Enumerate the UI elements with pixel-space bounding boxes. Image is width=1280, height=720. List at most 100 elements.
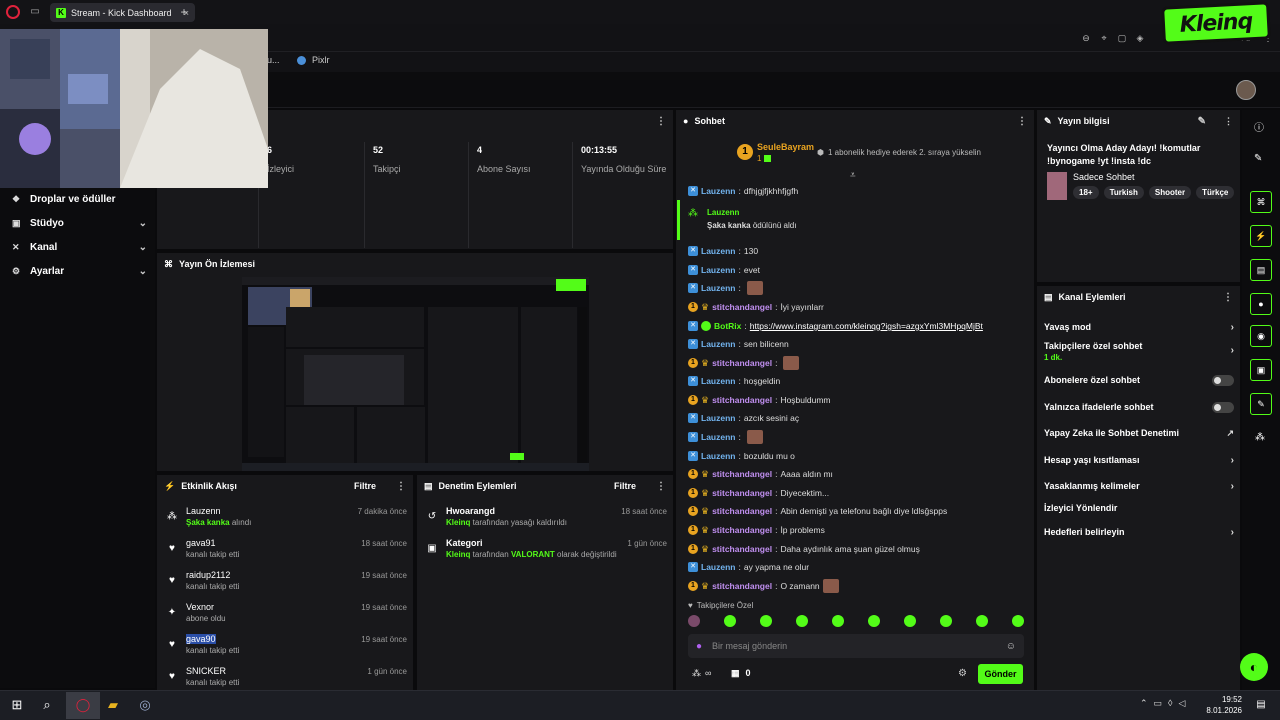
emote-icon[interactable]	[724, 615, 736, 627]
chat-username[interactable]: stitchandangel	[712, 469, 772, 479]
chat-text[interactable]: https://www.instagram.com/kleinqg?igsh=a…	[750, 321, 983, 331]
chat-username[interactable]: Lauzenn	[701, 186, 735, 196]
goals-row[interactable]: Hedefleri belirleyin ›	[1044, 523, 1234, 541]
activity-item[interactable]: ✦ Vexnor abone oldu 19 saat önce	[164, 601, 407, 631]
chat-username[interactable]: Lauzenn	[701, 339, 735, 349]
chat-message[interactable]: 1 ♛ stitchandangel: Abin demişti ya telefon…	[688, 503, 947, 519]
emote-icon[interactable]	[688, 615, 700, 627]
search-icon[interactable]: ⌕	[38, 696, 56, 714]
app-icon[interactable]: ▰	[104, 696, 122, 714]
sidebar-item-settings[interactable]: ⚙ Ayarlar ⌄	[12, 262, 147, 280]
lightning-icon[interactable]: ⚡	[1250, 225, 1272, 247]
chat-settings-icon[interactable]: ⚙	[958, 668, 967, 679]
emote-icon[interactable]	[868, 615, 880, 627]
more-options-icon[interactable]: ⋮	[1017, 116, 1027, 127]
edit-icon[interactable]: ✎	[1198, 116, 1206, 127]
chat-username[interactable]: Lauzenn	[701, 265, 735, 275]
tag[interactable]: Türkçe	[1196, 186, 1235, 199]
tray-icons[interactable]: ⌃▭◊◁	[1140, 698, 1191, 709]
send-button[interactable]: Gönder	[978, 664, 1023, 684]
broadcast-icon[interactable]: ◉	[1250, 325, 1272, 347]
drops-icon[interactable]: ⁂	[1255, 432, 1265, 443]
tag[interactable]: 18+	[1073, 186, 1099, 199]
microphone-icon[interactable]: ●	[696, 641, 702, 652]
chat-message[interactable]: ✕ Lauzenn:130	[688, 243, 758, 259]
moderation-item[interactable]: ↺ Hwoarangd Kleinq tarafından yasağı kaldı…	[424, 505, 667, 535]
chat-message[interactable]: ✕ Lauzenn: evet	[688, 262, 760, 278]
edit-icon[interactable]: ✎	[1254, 153, 1262, 164]
chat-username[interactable]: stitchandangel	[712, 581, 772, 591]
points-balance[interactable]: ▦ 0	[731, 668, 751, 679]
chat-message[interactable]: 1 ♛ stitchandangel: İp problems	[688, 522, 825, 538]
emotes-only-toggle[interactable]	[1212, 401, 1234, 413]
tag[interactable]: Turkish	[1103, 186, 1144, 199]
chat-icon[interactable]: ●	[1250, 293, 1272, 315]
preview-toggle-icon[interactable]: ⌘	[1250, 191, 1272, 213]
activity-item[interactable]: ♥ raidup2112 kanalı takip etti 19 saat önce	[164, 569, 407, 599]
more-options-icon[interactable]: ⋮	[1224, 116, 1233, 127]
chat-username[interactable]: stitchandangel	[712, 525, 772, 535]
tag[interactable]: Shooter	[1148, 186, 1192, 199]
wrench-icon[interactable]: ✎	[1250, 393, 1272, 415]
emote-icon[interactable]	[796, 615, 808, 627]
emotes-only-row[interactable]: Yalnızca ifadelerle sohbet	[1044, 398, 1234, 416]
emote-icon[interactable]	[940, 615, 952, 627]
activity-item[interactable]: ♥ gava91 kanalı takip etti 18 saat önce	[164, 537, 407, 567]
activity-item[interactable]: ♥ SNICKER kanalı takip etti 1 gün önce	[164, 665, 407, 690]
filter-button[interactable]: Filtre	[614, 481, 636, 491]
chat-username[interactable]: BotRix	[714, 321, 741, 331]
moderation-item[interactable]: ▣ Kategori Kleinq tarafından VALORANT olar…	[424, 537, 667, 567]
chat-username[interactable]: Lauzenn	[701, 283, 735, 293]
emote-icon[interactable]	[760, 615, 772, 627]
subscribers-only-toggle[interactable]	[1212, 374, 1234, 386]
more-options-icon[interactable]: ⋮	[656, 116, 666, 127]
chat-username[interactable]: Lauzenn	[701, 413, 735, 423]
chat-username[interactable]: stitchandangel	[712, 488, 772, 498]
chat-message[interactable]: ✕ Lauzenn:	[688, 429, 763, 445]
followers-only-row[interactable]: Takipçilere özel sohbet 1 dk. ›	[1044, 341, 1234, 365]
stream-preview-image[interactable]	[242, 277, 589, 471]
opera-icon[interactable]: ◯	[74, 696, 92, 714]
info-icon[interactable]: ⓘ	[1254, 119, 1264, 134]
chat-username[interactable]: stitchandangel	[712, 395, 772, 405]
browser-tab[interactable]: K Stream - Kick Dashboard ×	[50, 3, 195, 22]
pin-expand-icon[interactable]: ⩡	[850, 170, 856, 181]
chat-username[interactable]: stitchandangel	[712, 506, 772, 516]
support-icon[interactable]: ◐	[1240, 653, 1268, 681]
pin-icon[interactable]: ⌖	[1098, 32, 1110, 44]
chat-message[interactable]: ✕ Lauzenn: hoşgeldin	[688, 373, 780, 389]
windows-start-icon[interactable]: ⊞	[8, 696, 26, 714]
banned-words-row[interactable]: Yasaklanmış kelimeler ›	[1044, 477, 1234, 495]
ai-moderation-row[interactable]: Yapay Zeka ile Sohbet Denetimi ↗	[1044, 424, 1234, 442]
opera-logo-icon[interactable]	[6, 5, 20, 19]
chat-username[interactable]: stitchandangel	[712, 302, 772, 312]
chat-username[interactable]: stitchandangel	[712, 544, 772, 554]
chat-username[interactable]: Lauzenn	[701, 432, 735, 442]
more-options-icon[interactable]: ⋮	[396, 481, 406, 492]
notifications-icon[interactable]: ▤	[1252, 696, 1270, 714]
more-options-icon[interactable]: ⋮	[656, 481, 666, 492]
more-options-icon[interactable]: ⋮	[1223, 292, 1233, 303]
pinned-gifter[interactable]: SeuleBayram	[757, 142, 814, 152]
chat-input[interactable]: ● Bir mesaj gönderin ☺	[688, 634, 1024, 658]
filter-button[interactable]: Filtre	[354, 481, 376, 491]
chat-message[interactable]: 1 ♛ stitchandangel: Hoşbuldumm	[688, 392, 831, 408]
bookmark-pixlr[interactable]: Pixlr	[297, 55, 330, 65]
emoji-icon[interactable]: ☺	[1006, 641, 1016, 652]
emote-icon[interactable]	[976, 615, 988, 627]
sidebar-item-drops[interactable]: ❖ Droplar ve ödüller	[12, 190, 147, 208]
chat-message[interactable]: ✕ Lauzenn: dfhjgjfjkhhfjgfh	[688, 183, 798, 199]
chat-username[interactable]: Lauzenn	[701, 246, 735, 256]
chat-message[interactable]: ✕ Lauzenn: sen bilicenn	[688, 336, 789, 352]
chat-message[interactable]: 1 ♛ stitchandangel:	[688, 355, 800, 371]
steam-icon[interactable]: ◎	[136, 696, 154, 714]
slow-mode-row[interactable]: Yavaş mod ›	[1044, 318, 1234, 336]
chat-message[interactable]: 1 ♛ stitchandangel: O zamann	[688, 578, 839, 594]
chat-message[interactable]: ✕ Lauzenn:	[688, 280, 763, 296]
reward-user[interactable]: Lauzenn	[707, 208, 739, 217]
layout-icon[interactable]: ▣	[1250, 359, 1272, 381]
chat-username[interactable]: Lauzenn	[701, 562, 735, 572]
chat-username[interactable]: Lauzenn	[701, 451, 735, 461]
chat-username[interactable]: Lauzenn	[701, 376, 735, 386]
workspaces-icon[interactable]: ▭	[28, 5, 42, 19]
